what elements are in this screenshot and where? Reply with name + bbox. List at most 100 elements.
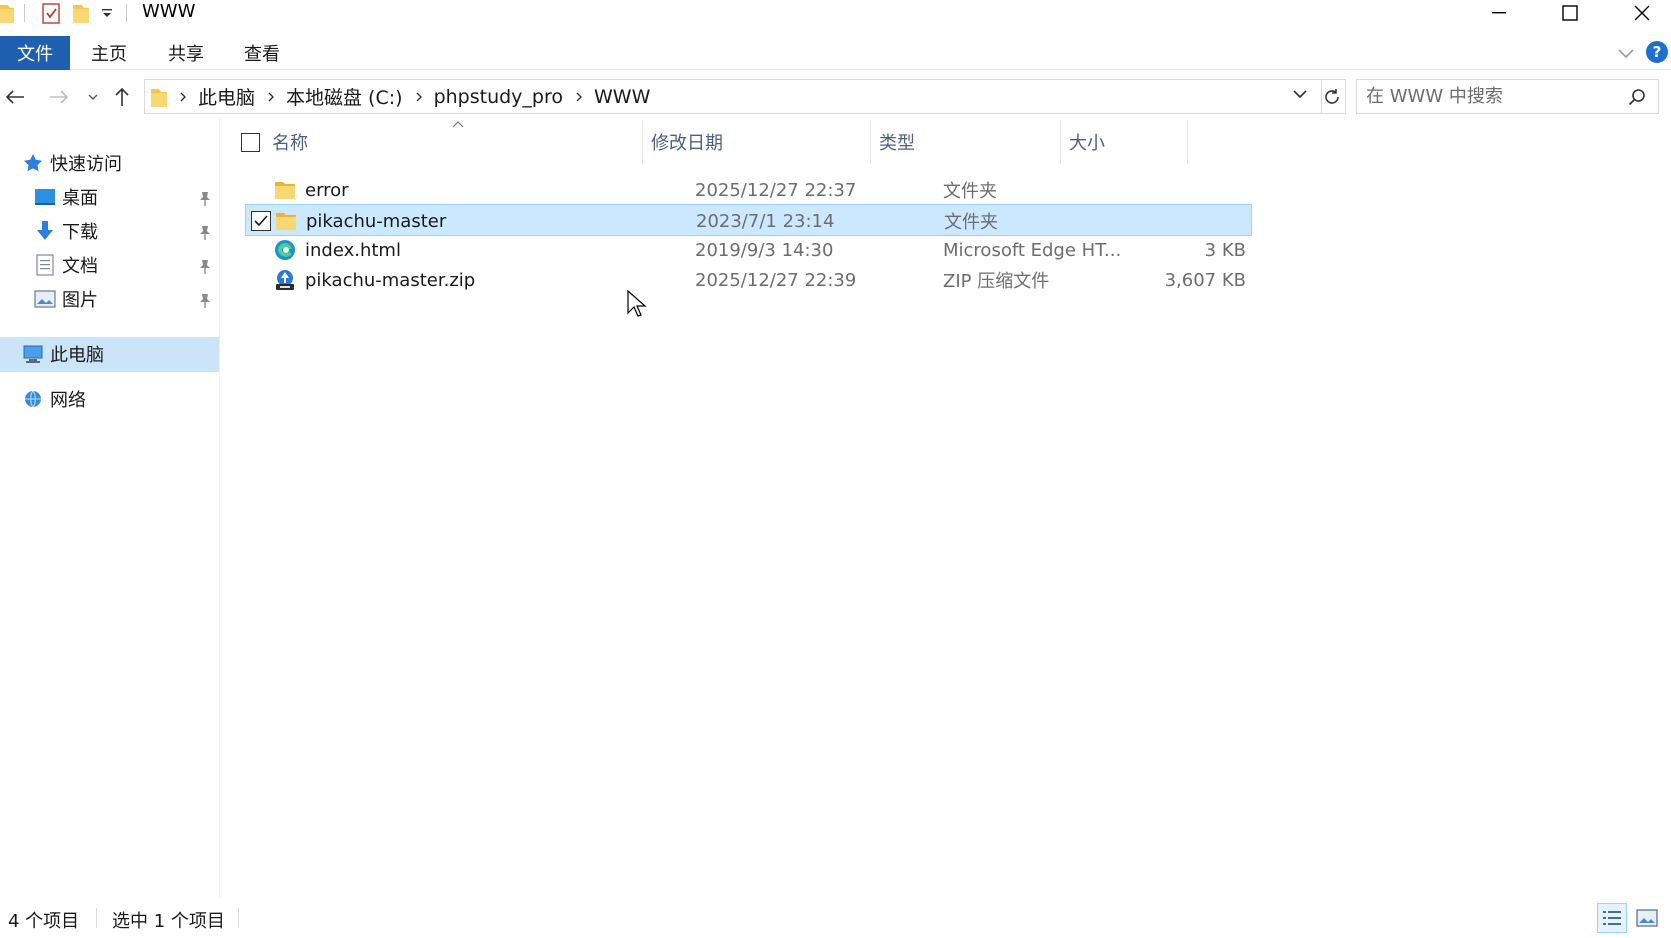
pin-icon[interactable] — [198, 191, 212, 207]
documents-icon — [34, 254, 56, 276]
details-view-icon — [1603, 911, 1621, 925]
sidebar-item-label: 网络 — [50, 390, 86, 411]
pictures-icon — [34, 288, 56, 310]
address-history-dropdown[interactable] — [1290, 84, 1310, 104]
select-all-checkbox[interactable] — [241, 133, 260, 152]
column-header-name[interactable]: 名称 — [272, 120, 308, 164]
breadcrumb-www[interactable]: WWW — [594, 86, 650, 108]
breadcrumb-local-disk[interactable]: 本地磁盘 (C:) — [286, 83, 403, 110]
tab-file[interactable]: 文件 — [0, 36, 70, 70]
sidebar-item-documents[interactable]: 文档 — [34, 248, 98, 282]
details-view-button[interactable] — [1597, 903, 1627, 933]
file-type: 文件夹 — [943, 181, 997, 202]
file-row-index-html[interactable]: index.html 2019/9/3 14:30 Microsoft Edge… — [245, 234, 1252, 266]
tab-home[interactable]: 主页 — [91, 36, 127, 70]
folder-icon — [275, 210, 297, 232]
breadcrumb-this-pc[interactable]: 此电脑 — [198, 83, 255, 110]
sidebar-item-desktop[interactable]: 桌面 — [34, 180, 98, 214]
file-name[interactable]: pikachu-master — [306, 205, 446, 237]
pin-icon[interactable] — [198, 293, 212, 309]
file-size: 3,607 KB — [1164, 269, 1246, 291]
file-name[interactable]: pikachu-master.zip — [305, 264, 475, 296]
maximize-icon — [1562, 5, 1578, 21]
chevron-right-icon[interactable] — [573, 91, 585, 103]
sidebar-item-label: 桌面 — [62, 188, 98, 209]
sidebar-item-label: 文档 — [62, 256, 98, 277]
forward-button[interactable] — [46, 82, 72, 112]
file-date-modified: 2019/9/3 14:30 — [695, 239, 834, 261]
search-box[interactable] — [1356, 79, 1659, 114]
refresh-icon — [1324, 88, 1339, 104]
tab-share[interactable]: 共享 — [168, 36, 204, 70]
column-header-date-modified[interactable]: 修改日期 — [651, 120, 723, 164]
search-icon[interactable] — [1628, 88, 1646, 106]
row-checkbox[interactable] — [251, 211, 271, 231]
sidebar-item-pictures[interactable]: 图片 — [34, 282, 98, 316]
title-bar: WWW — [0, 0, 1671, 28]
sidebar-item-this-pc[interactable]: 此电脑 — [22, 337, 104, 371]
large-icons-view-icon — [1636, 909, 1658, 927]
sidebar-item-downloads[interactable]: 下载 — [34, 214, 98, 248]
sidebar-item-label: 图片 — [62, 290, 98, 311]
file-type: Microsoft Edge HT... — [943, 239, 1122, 261]
selected-count: 选中 1 个项目 — [112, 911, 225, 932]
sidebar-item-network[interactable]: 网络 — [22, 382, 86, 416]
file-date-modified: 2025/12/27 22:37 — [695, 179, 857, 201]
sidebar-item-label: 下载 — [62, 222, 98, 243]
pin-icon[interactable] — [198, 259, 212, 275]
recent-locations-button[interactable] — [84, 82, 102, 112]
minimize-button[interactable] — [1476, 0, 1522, 26]
new-folder-icon[interactable] — [72, 2, 90, 24]
file-date-modified: 2023/7/1 23:14 — [696, 210, 835, 232]
column-header-size[interactable]: 大小 — [1069, 120, 1105, 164]
desktop-icon — [34, 186, 56, 208]
close-button[interactable] — [1619, 0, 1665, 26]
file-row-error[interactable]: error 2025/12/27 22:37 文件夹 — [245, 174, 1252, 206]
file-type: 文件夹 — [944, 212, 998, 233]
window-title: WWW — [142, 1, 196, 22]
minimize-icon — [1492, 12, 1506, 14]
up-button[interactable] — [110, 82, 134, 112]
tab-view[interactable]: 查看 — [244, 36, 280, 70]
customize-toolbar-icon[interactable] — [100, 2, 114, 24]
folder-icon — [0, 2, 14, 24]
folder-icon — [274, 179, 296, 201]
chevron-right-icon[interactable] — [177, 91, 189, 103]
network-icon — [22, 388, 44, 410]
back-button[interactable] — [2, 82, 28, 112]
file-type: ZIP 压缩文件 — [943, 271, 1050, 292]
back-arrow-icon — [5, 90, 24, 104]
navigation-bar: 此电脑 本地磁盘 (C:) phpstudy_pro WWW — [0, 76, 1671, 118]
file-row-pikachu-master[interactable]: pikachu-master 2023/7/1 23:14 文件夹 — [245, 204, 1252, 236]
sidebar-item-label: 快速访问 — [50, 154, 122, 175]
computer-icon — [22, 343, 44, 365]
pin-icon[interactable] — [198, 225, 212, 241]
help-button[interactable]: ? — [1646, 41, 1668, 63]
up-arrow-icon — [115, 87, 129, 106]
star-icon — [22, 152, 44, 174]
ribbon-tabs: 文件 主页 共享 查看 ? — [0, 36, 1671, 70]
file-name[interactable]: error — [305, 174, 349, 206]
sort-ascending-icon — [452, 121, 464, 128]
sidebar-item-quick-access[interactable]: 快速访问 — [22, 146, 122, 180]
refresh-button[interactable] — [1318, 79, 1346, 114]
chevron-down-icon — [88, 94, 98, 100]
address-bar[interactable]: 此电脑 本地磁盘 (C:) phpstudy_pro WWW — [144, 79, 1322, 114]
item-count: 4 个项目 — [8, 911, 80, 932]
folder-icon — [151, 87, 167, 107]
breadcrumb-phpstudy-pro[interactable]: phpstudy_pro — [434, 86, 563, 108]
chevron-down-icon — [1293, 90, 1307, 99]
column-header-type[interactable]: 类型 — [879, 120, 915, 164]
file-name[interactable]: index.html — [305, 234, 401, 266]
maximize-button[interactable] — [1547, 0, 1593, 26]
chevron-right-icon[interactable] — [413, 91, 425, 103]
download-icon — [34, 220, 56, 242]
file-row-pikachu-master-zip[interactable]: pikachu-master.zip 2025/12/27 22:39 ZIP … — [245, 264, 1252, 296]
expand-ribbon-chevron-icon[interactable] — [1616, 44, 1636, 62]
properties-icon[interactable] — [40, 2, 62, 24]
sidebar-item-label: 此电脑 — [50, 345, 104, 366]
search-input[interactable] — [1366, 86, 1626, 107]
status-bar: 4 个项目 选中 1 个项目 — [0, 898, 1671, 938]
large-icons-view-button[interactable] — [1632, 903, 1662, 933]
chevron-right-icon[interactable] — [265, 91, 277, 103]
